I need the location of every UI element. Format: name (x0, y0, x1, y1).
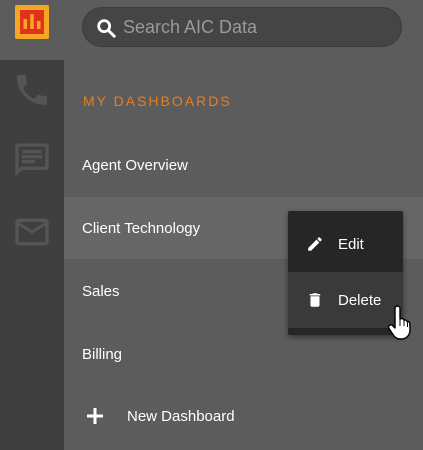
pencil-icon (308, 237, 322, 251)
menu-item-label: Delete (338, 291, 382, 309)
new-dashboard-button[interactable]: New Dashboard (64, 386, 423, 446)
dashboard-item-label: Agent Overview (82, 156, 188, 174)
menu-item-label: Edit (338, 235, 364, 253)
trash-icon (309, 293, 321, 307)
search-bar (82, 7, 402, 47)
menu-item-delete[interactable]: Delete (288, 272, 403, 328)
search-input[interactable] (123, 8, 393, 46)
rail-item-mail[interactable] (12, 212, 52, 252)
hand-cursor-icon (388, 305, 411, 340)
bar-chart-icon (15, 5, 49, 39)
app-rail (0, 0, 64, 450)
rail-item-dashboards[interactable] (12, 2, 52, 42)
search-icon (97, 19, 116, 38)
rail-item-phone[interactable] (12, 70, 52, 110)
menu-item-edit[interactable]: Edit (288, 216, 403, 272)
dashboard-item-label: Client Technology (82, 219, 201, 237)
mail-icon (15, 218, 49, 246)
section-title: MY DASHBOARDS (83, 93, 232, 109)
new-dashboard-label: New Dashboard (127, 407, 235, 425)
rail-item-chat[interactable] (12, 140, 52, 180)
chat-icon (15, 143, 49, 177)
phone-icon (17, 75, 47, 105)
dashboard-item-label: Billing (82, 345, 123, 363)
plus-icon (87, 408, 103, 424)
dashboard-item-label: Sales (82, 282, 120, 300)
context-menu: Edit Delete (288, 211, 403, 335)
dashboard-item-agent-overview[interactable]: Agent Overview (64, 134, 423, 196)
